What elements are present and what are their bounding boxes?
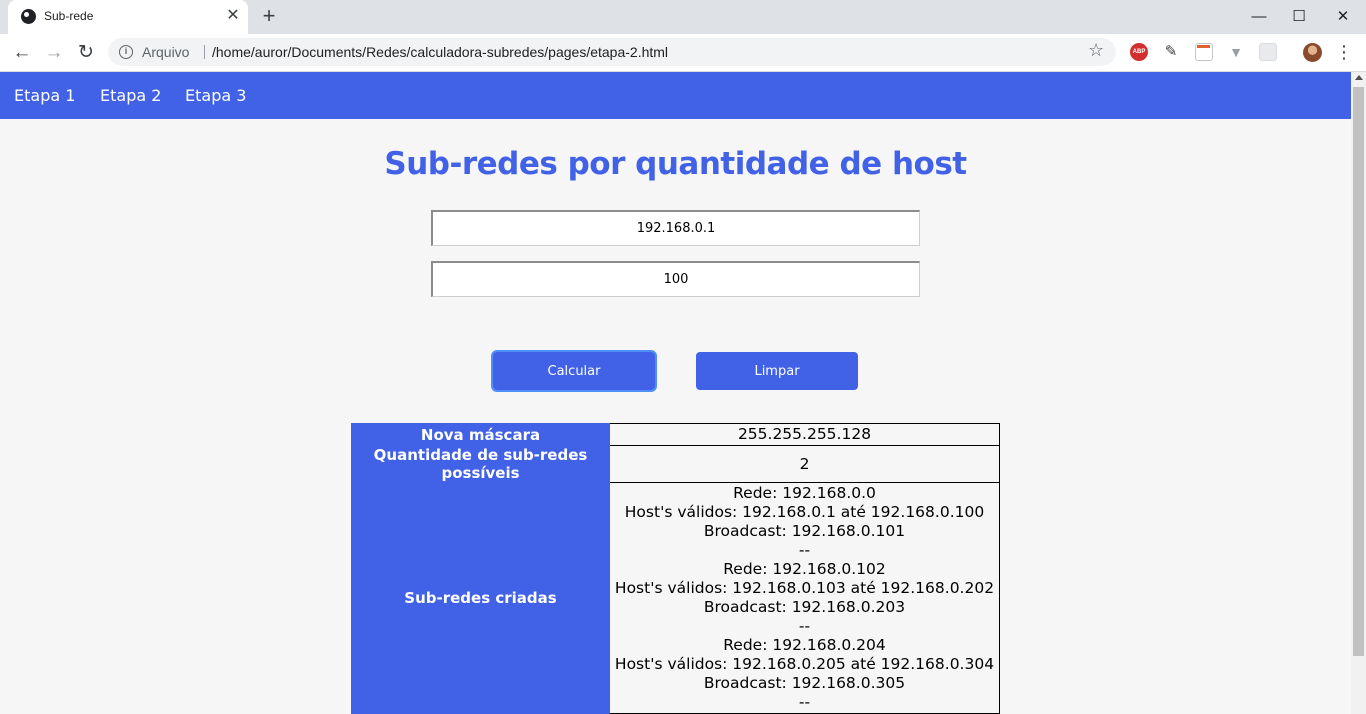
- new-tab-button[interactable]: +: [257, 5, 281, 29]
- globe-icon: [21, 9, 36, 24]
- vuejs-devtools-icon[interactable]: ▼: [1227, 43, 1245, 61]
- subnets-header: Sub-redes criadas: [351, 482, 610, 714]
- site-navbar: Etapa 1 Etapa 2 Etapa 3: [0, 72, 1351, 119]
- subnet-line: Rede: 192.168.0.102: [723, 560, 886, 578]
- subnet-line: Rede: 192.168.0.0: [733, 484, 876, 502]
- calendar-icon[interactable]: [1195, 43, 1213, 61]
- ip-address-input[interactable]: [431, 210, 920, 246]
- calculate-button[interactable]: Calcular: [491, 350, 657, 392]
- info-icon[interactable]: i: [119, 45, 133, 59]
- scroll-up-arrow-icon[interactable]: [1355, 75, 1363, 80]
- minimize-button[interactable]: —: [1249, 7, 1269, 27]
- extension-icon[interactable]: [1259, 43, 1277, 61]
- subnet-line: Broadcast: 192.168.0.101: [703, 522, 906, 540]
- subnet-line: --: [798, 541, 811, 559]
- bookmark-star-icon[interactable]: ☆: [1088, 40, 1104, 61]
- mask-header: Nova máscara: [351, 423, 610, 446]
- page-title: Sub-redes por quantidade de host: [384, 146, 967, 182]
- subnet-line: Broadcast: 192.168.0.305: [703, 674, 906, 692]
- host-count-input[interactable]: [431, 261, 920, 297]
- subnets-list: Rede: 192.168.0.0 Host's válidos: 192.16…: [609, 482, 1000, 714]
- close-window-button[interactable]: ✕: [1333, 7, 1353, 27]
- tab-strip: Sub-rede ✕ + — ☐ ✕: [0, 0, 1366, 34]
- subnet-count-header: Quantidade de sub-redes possíveis: [351, 445, 610, 483]
- eyedropper-icon[interactable]: ✎: [1162, 43, 1180, 61]
- tab-title: Sub-rede: [44, 9, 94, 23]
- browser-tab[interactable]: Sub-rede ✕: [8, 0, 248, 34]
- clear-button[interactable]: Limpar: [696, 352, 858, 390]
- adblock-plus-icon[interactable]: ABP: [1130, 43, 1148, 61]
- subnet-count-value: 2: [609, 445, 1000, 483]
- browser-toolbar: ← → ↻ i Arquivo /home/auror/Documents/Re…: [0, 34, 1366, 72]
- subnet-line: --: [798, 617, 811, 635]
- subnet-line: Broadcast: 192.168.0.203: [703, 598, 906, 616]
- subnet-line: --: [798, 693, 811, 711]
- mask-value: 255.255.255.128: [609, 423, 1000, 446]
- table-row: Sub-redes criadas Rede: 192.168.0.0 Host…: [351, 482, 1000, 714]
- subnet-line: Host's válidos: 192.168.0.103 até 192.16…: [614, 579, 995, 597]
- scrollbar-thumb[interactable]: [1353, 87, 1364, 656]
- url-text[interactable]: /home/auror/Documents/Redes/calculadora-…: [212, 44, 668, 60]
- nav-link-etapa-1[interactable]: Etapa 1: [14, 86, 75, 105]
- nav-link-etapa-3[interactable]: Etapa 3: [185, 86, 246, 105]
- subnet-line: Host's válidos: 192.168.0.205 até 192.16…: [614, 655, 995, 673]
- nav-link-etapa-2[interactable]: Etapa 2: [100, 86, 161, 105]
- scheme-label: Arquivo: [142, 44, 190, 60]
- results-table: Nova máscara 255.255.255.128 Quantidade …: [351, 423, 1000, 714]
- back-button[interactable]: ←: [9, 40, 35, 66]
- page-scrollbar[interactable]: [1351, 72, 1366, 714]
- menu-dots-icon[interactable]: ⋮: [1335, 40, 1353, 64]
- tab-close-icon[interactable]: ✕: [224, 7, 242, 25]
- subnet-line: Rede: 192.168.0.204: [723, 636, 886, 654]
- table-row: Nova máscara 255.255.255.128: [351, 423, 1000, 446]
- page-viewport: Etapa 1 Etapa 2 Etapa 3 Sub-redes por qu…: [0, 72, 1351, 714]
- address-bar[interactable]: i Arquivo /home/auror/Documents/Redes/ca…: [108, 38, 1116, 66]
- table-row: Quantidade de sub-redes possíveis 2: [351, 445, 1000, 483]
- subnet-line: Host's válidos: 192.168.0.1 até 192.168.…: [624, 503, 985, 521]
- forward-button[interactable]: →: [41, 40, 67, 66]
- maximize-button[interactable]: ☐: [1289, 7, 1309, 27]
- reload-button[interactable]: ↻: [73, 40, 99, 66]
- omnibox-divider: [204, 45, 205, 59]
- profile-avatar[interactable]: [1303, 43, 1322, 62]
